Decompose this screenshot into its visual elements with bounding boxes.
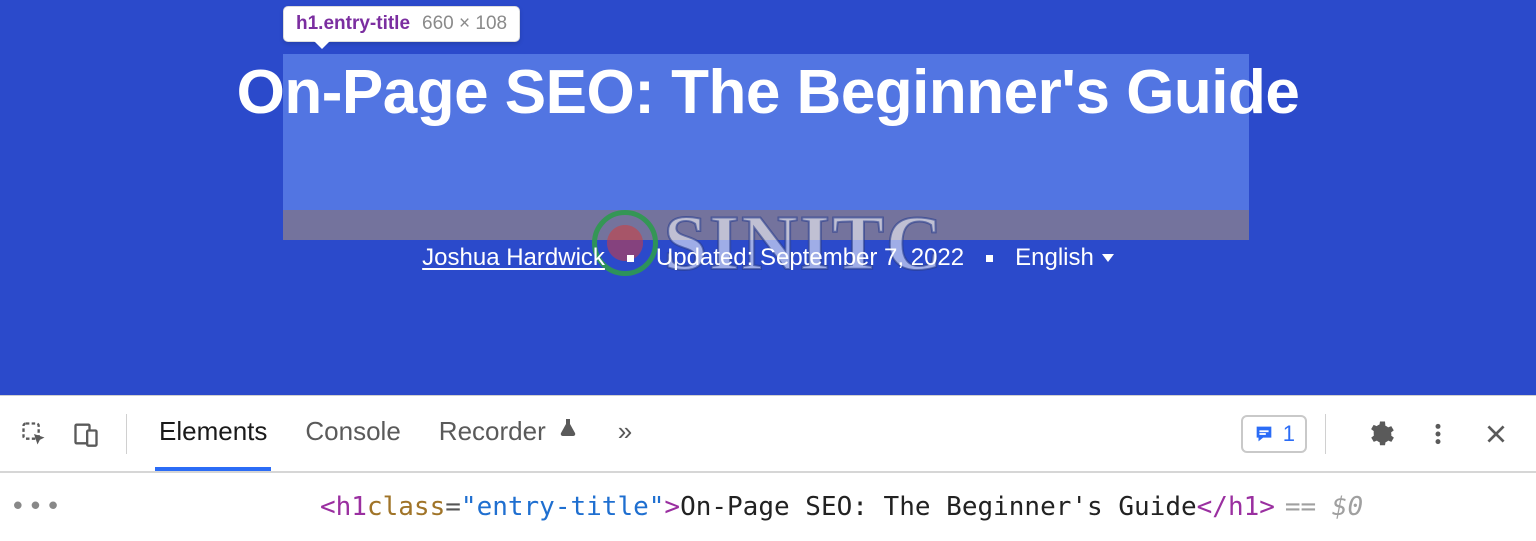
- more-tabs-button[interactable]: »: [614, 396, 636, 471]
- inspect-cursor-icon: [20, 420, 48, 448]
- updated-date: Updated: September 7, 2022: [656, 244, 964, 272]
- inspect-tooltip-dimensions: 660 × 108: [422, 13, 507, 35]
- chevron-double-right-icon: »: [618, 416, 632, 447]
- inspect-tooltip-selector: h1.entry-title: [296, 13, 410, 35]
- chat-icon: [1253, 423, 1275, 445]
- code-token: On-Page SEO: The Beginner's Guide: [680, 492, 1197, 522]
- toggle-device-toolbar-button[interactable]: [64, 412, 108, 456]
- code-token: >: [1259, 492, 1275, 522]
- code-token: =: [445, 492, 461, 522]
- devices-icon: [72, 420, 100, 448]
- toolbar-divider: [1325, 414, 1326, 454]
- tab-label: Console: [305, 416, 400, 447]
- code-token: entry-title: [477, 492, 649, 522]
- code-token: h1: [336, 492, 367, 522]
- flask-icon: [556, 416, 580, 440]
- gear-icon: [1365, 419, 1395, 449]
- code-token: >: [664, 492, 680, 522]
- issues-count: 1: [1283, 421, 1295, 447]
- beaker-icon: [556, 416, 580, 447]
- chevron-down-icon: [1102, 254, 1114, 262]
- tab-console[interactable]: Console: [301, 396, 404, 471]
- code-token: h1: [1228, 492, 1259, 522]
- code-token: class: [367, 492, 445, 522]
- author-link[interactable]: Joshua Hardwick: [422, 244, 605, 272]
- devtools-tabs: Elements Console Recorder »: [155, 396, 636, 471]
- settings-button[interactable]: [1358, 412, 1402, 456]
- inspect-element-button[interactable]: [12, 412, 56, 456]
- meta-separator: [627, 255, 634, 262]
- close-icon: [1483, 421, 1509, 447]
- article-meta: Joshua Hardwick Updated: September 7, 20…: [0, 244, 1536, 272]
- webpage-hero: h1.entry-title 660 × 108 On-Page SEO: Th…: [0, 0, 1536, 395]
- tab-recorder[interactable]: Recorder: [435, 396, 584, 471]
- tab-label: Recorder: [439, 416, 546, 447]
- selected-node-indicator: == $0: [1285, 492, 1363, 522]
- devtools-toolbar: Elements Console Recorder » 1: [0, 395, 1536, 471]
- code-token: <: [320, 492, 336, 522]
- collapse-ancestors-button[interactable]: •••: [10, 492, 60, 522]
- tab-elements[interactable]: Elements: [155, 396, 271, 471]
- toolbar-divider: [126, 414, 127, 454]
- inspect-tooltip: h1.entry-title 660 × 108: [283, 6, 520, 42]
- page-title: On-Page SEO: The Beginner's Guide: [0, 56, 1536, 129]
- language-dropdown[interactable]: English: [1015, 244, 1114, 272]
- kebab-icon: [1425, 421, 1451, 447]
- code-token: ": [461, 492, 477, 522]
- elements-source-row[interactable]: ••• <h1 class="entry-title">On-Page SEO:…: [0, 473, 1536, 541]
- tab-label: Elements: [159, 416, 267, 447]
- language-label: English: [1015, 244, 1094, 272]
- inspect-highlight-margin: [283, 210, 1249, 240]
- more-options-button[interactable]: [1416, 412, 1460, 456]
- issues-button[interactable]: 1: [1241, 415, 1307, 453]
- meta-separator: [986, 255, 993, 262]
- code-token: </: [1197, 492, 1228, 522]
- code-token: ": [649, 492, 665, 522]
- close-devtools-button[interactable]: [1474, 412, 1518, 456]
